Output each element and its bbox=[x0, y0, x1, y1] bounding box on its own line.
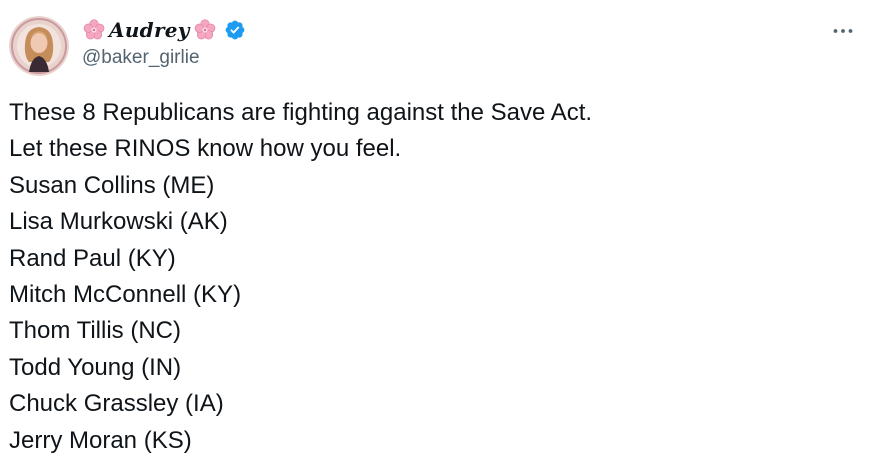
tweet-line: Lisa Murkowski (AK) bbox=[9, 208, 228, 236]
tweet-line: Susan Collins (ME) bbox=[9, 171, 215, 199]
tweet-line: These 8 Republicans are fighting against… bbox=[9, 99, 593, 126]
cherry-blossom-icon bbox=[193, 18, 217, 42]
author-handle[interactable]: @baker_girlie bbox=[82, 47, 200, 69]
more-options-button[interactable] bbox=[826, 14, 860, 48]
tweet-line: Mitch McConnell (KY) bbox=[9, 281, 242, 309]
avatar[interactable] bbox=[9, 16, 69, 76]
verified-badge-icon bbox=[224, 19, 246, 41]
tweet-line: Thom Tillis (NC) bbox=[9, 317, 181, 345]
author-name-row[interactable]: Audrey bbox=[82, 15, 246, 45]
tweet-line: Todd Young (IN) bbox=[9, 353, 182, 381]
tweet-card: Audrey @baker_girlie These 8 Republicans… bbox=[0, 0, 878, 462]
cherry-blossom-icon bbox=[82, 18, 106, 42]
author-display-name[interactable]: Audrey bbox=[109, 18, 190, 42]
tweet-text: These 8 Republicans are fighting against… bbox=[9, 95, 859, 459]
avatar-image bbox=[9, 16, 69, 76]
more-options-icon bbox=[833, 29, 853, 33]
tweet-line: Rand Paul (KY) bbox=[9, 244, 176, 272]
tweet-line: Let these RINOS know how you feel. bbox=[9, 135, 402, 163]
tweet-line: Chuck Grassley (IA) bbox=[9, 390, 224, 418]
tweet-line: Jerry Moran (KS) bbox=[9, 426, 192, 454]
